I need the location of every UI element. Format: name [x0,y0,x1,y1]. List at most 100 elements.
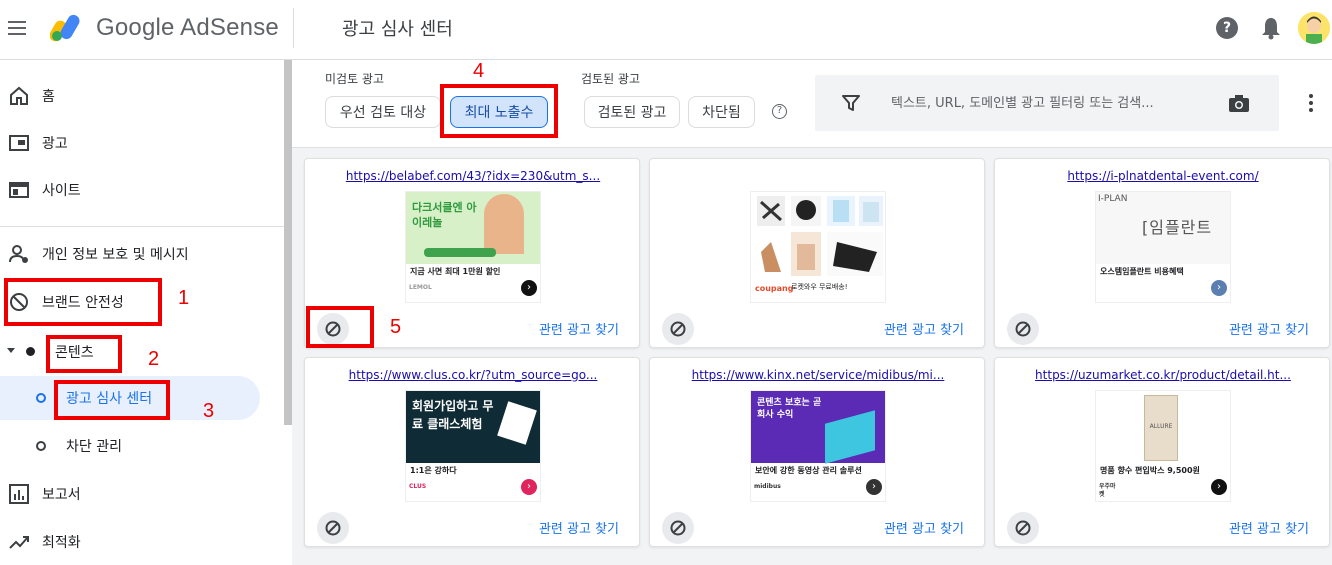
creative-banner-text: ALLURE [1149,423,1173,430]
creative-logo: 우주마켓 [1099,483,1116,498]
creative-logo: coupang [755,284,794,293]
creative-pill [424,248,496,257]
find-related-ads-link[interactable]: 관련 광고 찾기 [1229,518,1309,537]
annotation-box-2 [46,335,122,373]
sidebar-item-sites[interactable]: 사이트 [0,168,284,212]
more-vert-icon[interactable] [1308,94,1314,114]
block-icon [670,520,686,536]
ad-card: https://uzumarket.co.kr/product/detail.h… [994,357,1330,547]
ad-url-link[interactable]: https://i-plnatdental-event.com/ [1015,169,1311,183]
creative-headline: 지금 사면 최대 1만원 할인 [410,267,501,276]
help-circle-icon[interactable]: ? [772,104,787,119]
top-app-bar: Google AdSense 광고 심사 센터 ? [0,0,1332,60]
block-ad-button[interactable] [317,512,349,544]
ad-creative[interactable]: 다크서클엔 아이레놀 지금 사면 최대 1만원 할인 LEMOL › [405,191,541,303]
help-icon[interactable]: ? [1216,17,1238,39]
sidebar-item-label: 보고서 [42,487,81,503]
account-avatar[interactable] [1298,12,1330,44]
ads-icon [9,135,29,151]
sidebar-item-optimization[interactable]: 최적화 [0,520,284,564]
annotation-box-3 [54,380,170,420]
model-image [484,194,524,254]
sidebar-scrollbar[interactable] [284,60,292,425]
annotation-number-5: 5 [390,316,402,338]
sidebar-divider [0,226,284,227]
creative-logo: midibus [754,483,781,490]
sidebar-subitem-blocking-controls[interactable]: 차단 관리 [0,424,284,468]
block-icon [670,321,686,337]
ad-creative[interactable]: ALLURE 명품 향수 편입박스 9,500원 우주마켓 › [1095,390,1231,502]
caret-down-icon [7,348,15,353]
sidebar-item-label: 최적화 [42,535,81,551]
ad-url-link[interactable]: https://www.clus.co.kr/?utm_source=go... [325,368,621,382]
chevron-right-icon: › [1211,280,1227,296]
sidebar-item-privacy[interactable]: 개인 정보 보호 및 메시지 [0,232,284,276]
home-icon [10,86,28,105]
chevron-right-icon: › [1211,479,1227,495]
camera-icon[interactable] [1227,93,1251,113]
sidebar-item-content[interactable]: 콘텐츠 [0,330,284,374]
creative-headline: 로켓와우 무료배송! [791,283,848,291]
trend-icon [9,536,29,549]
chip-blocked[interactable]: 차단됨 [688,96,755,128]
find-related-ads-link[interactable]: 관련 광고 찾기 [884,518,964,537]
sidebar-subitem-label: 차단 관리 [66,439,122,455]
creative-banner-text: 다크서클엔 아이레놀 [412,201,477,229]
radio-dot-icon [36,441,46,451]
privacy-icon [9,245,28,263]
annotation-number-2: 2 [148,348,160,370]
ad-url-link[interactable]: https://uzumarket.co.kr/product/detail.h… [1015,368,1311,382]
creative-headline: 1:1은 강하다 [410,466,457,475]
chip-priority-review[interactable]: 우선 검토 대상 [325,96,441,128]
card-image [497,401,537,445]
creative-banner-text: 콘텐츠 보호는 곧 회사 수익 [757,398,822,420]
product-grid-image [757,196,883,276]
find-related-ads-link[interactable]: 관련 광고 찾기 [884,319,964,338]
block-icon [325,520,341,536]
adsense-logo-icon [50,14,80,42]
block-ad-button[interactable] [662,313,694,345]
notification-bell-icon[interactable] [1260,16,1282,40]
brand-name[interactable]: Google AdSense [96,14,279,42]
page-title: 광고 심사 센터 [342,19,453,40]
ad-creative[interactable]: 회원가입하고 무료 클래스체험 1:1은 강하다 CLUS › [405,390,541,502]
creative-logo: I-PLAN [1098,194,1128,204]
sidebar-item-ads[interactable]: 광고 [0,121,284,165]
unreviewed-group-label: 미검토 광고 [325,72,385,86]
block-icon [1015,520,1031,536]
block-icon [1015,321,1031,337]
find-related-ads-link[interactable]: 관련 광고 찾기 [1229,319,1309,338]
chevron-right-icon: › [866,479,882,495]
reports-icon [9,484,29,504]
sidebar-item-reports[interactable]: 보고서 [0,472,284,516]
ad-creative[interactable]: 콘텐츠 보호는 곧 회사 수익 보안에 강한 동영상 관리 솔루션 midibu… [750,390,886,502]
ad-url-link[interactable]: https://www.kinx.net/service/midibus/mi.… [670,368,966,382]
sidebar-item-label: 사이트 [42,183,81,199]
search-input[interactable] [891,93,1211,113]
search-bar[interactable] [815,75,1279,131]
find-related-ads-link[interactable]: 관련 광고 찾기 [539,518,619,537]
block-ad-button[interactable] [1007,313,1039,345]
ad-creative[interactable]: coupang 로켓와우 무료배송! [750,191,886,303]
annotation-box-4 [440,84,558,138]
chevron-right-icon: › [521,280,537,296]
sidebar-item-home[interactable]: 홈 [0,74,284,118]
chip-reviewed-ads[interactable]: 검토된 광고 [584,96,680,128]
sidebar-item-label: 개인 정보 보호 및 메시지 [42,247,189,263]
annotation-number-4: 4 [473,60,485,82]
annotation-number-1: 1 [178,287,190,309]
block-ad-button[interactable] [662,512,694,544]
creative-logo: LEMOL [409,284,432,291]
hamburger-menu-icon[interactable] [8,18,30,38]
filter-icon[interactable] [841,93,861,113]
chevron-right-icon: › [521,479,537,495]
dot-icon [26,347,35,356]
creative-headline: 명품 향수 편입박스 9,500원 [1100,466,1200,475]
find-related-ads-link[interactable]: 관련 광고 찾기 [539,319,619,338]
ad-creative[interactable]: I-PLAN [임플란트 오스템임플란트 비용혜택 › [1095,191,1231,303]
ad-card: https://www.kinx.net/service/midibus/mi.… [649,357,985,547]
block-ad-button[interactable] [1007,512,1039,544]
sidebar-item-label: 홈 [42,89,55,105]
ad-url-link[interactable]: https://belabef.com/43/?idx=230&utm_s... [325,169,621,183]
creative-banner-text: 회원가입하고 무료 클래스체험 [412,399,494,431]
